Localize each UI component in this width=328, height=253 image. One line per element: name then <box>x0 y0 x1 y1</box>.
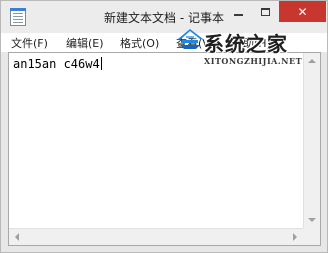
minimize-button[interactable] <box>225 1 252 22</box>
document-content: an15an c46w4 <box>13 57 100 71</box>
document-text[interactable]: an15an c46w4 <box>13 57 102 71</box>
menu-file[interactable]: 文件(F) <box>11 35 48 51</box>
xitongzhijia-logo-icon <box>178 29 203 49</box>
text-editor[interactable]: an15an c46w4 <box>8 52 321 246</box>
maximize-icon <box>261 7 270 16</box>
text-caret <box>100 57 102 70</box>
horizontal-scrollbar[interactable] <box>9 228 303 245</box>
scroll-right-icon[interactable] <box>293 233 297 241</box>
notepad-window: 新建文本文档 - 记事本 ✕ 文件(F) 编辑(E) 格式(O) 查看(V) 帮… <box>0 0 328 253</box>
menu-edit[interactable]: 编辑(E) <box>66 35 104 51</box>
watermark: 系统之家 XITONGZHIJIA.NET <box>176 23 326 71</box>
size-grip[interactable] <box>303 228 320 245</box>
watermark-url: XITONGZHIJIA.NET <box>204 56 303 66</box>
close-icon: ✕ <box>297 4 308 19</box>
close-button[interactable]: ✕ <box>279 1 326 22</box>
minimize-icon <box>234 13 243 16</box>
maximize-button[interactable] <box>252 1 279 22</box>
scroll-left-icon[interactable] <box>15 233 19 241</box>
scroll-down-icon[interactable] <box>308 218 316 222</box>
vertical-scrollbar[interactable] <box>303 53 320 228</box>
menu-format[interactable]: 格式(O) <box>120 35 159 51</box>
watermark-brand: 系统之家 <box>204 32 288 56</box>
